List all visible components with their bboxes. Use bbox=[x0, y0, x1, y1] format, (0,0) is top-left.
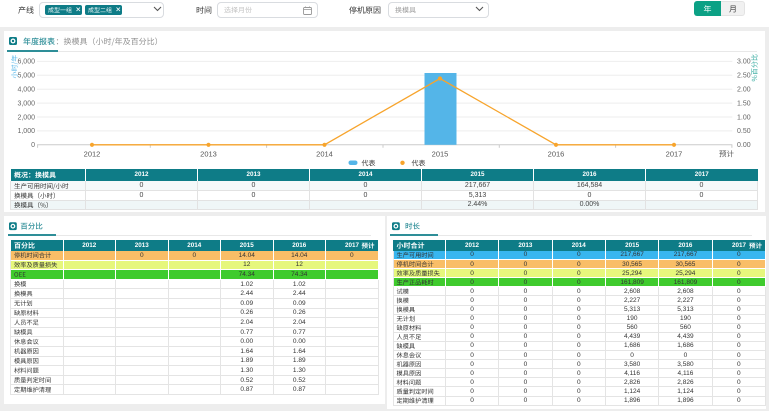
svg-text:2012: 2012 bbox=[84, 150, 101, 159]
svg-text:3.00: 3.00 bbox=[737, 59, 751, 66]
svg-text:5,000: 5,000 bbox=[17, 73, 35, 80]
svg-text:3,000: 3,000 bbox=[17, 100, 35, 107]
svg-text:1,000: 1,000 bbox=[17, 128, 35, 135]
svg-text:0.50: 0.50 bbox=[737, 128, 751, 135]
svg-text:4,000: 4,000 bbox=[17, 87, 35, 94]
svg-text:2,000: 2,000 bbox=[17, 114, 35, 121]
svg-text:1.50: 1.50 bbox=[737, 100, 751, 107]
svg-text:1.00: 1.00 bbox=[737, 114, 751, 121]
svg-text:2017: 2017 bbox=[666, 150, 683, 159]
svg-text:2.50: 2.50 bbox=[737, 73, 751, 80]
svg-text:2016: 2016 bbox=[548, 150, 565, 159]
svg-text:2015: 2015 bbox=[432, 150, 449, 159]
svg-text:2013: 2013 bbox=[200, 150, 217, 159]
svg-text:2014: 2014 bbox=[316, 150, 333, 159]
svg-text:0: 0 bbox=[31, 142, 35, 149]
svg-text:0.00: 0.00 bbox=[737, 142, 751, 149]
svg-text:2.00: 2.00 bbox=[737, 87, 751, 94]
svg-text:6,000: 6,000 bbox=[17, 59, 35, 66]
